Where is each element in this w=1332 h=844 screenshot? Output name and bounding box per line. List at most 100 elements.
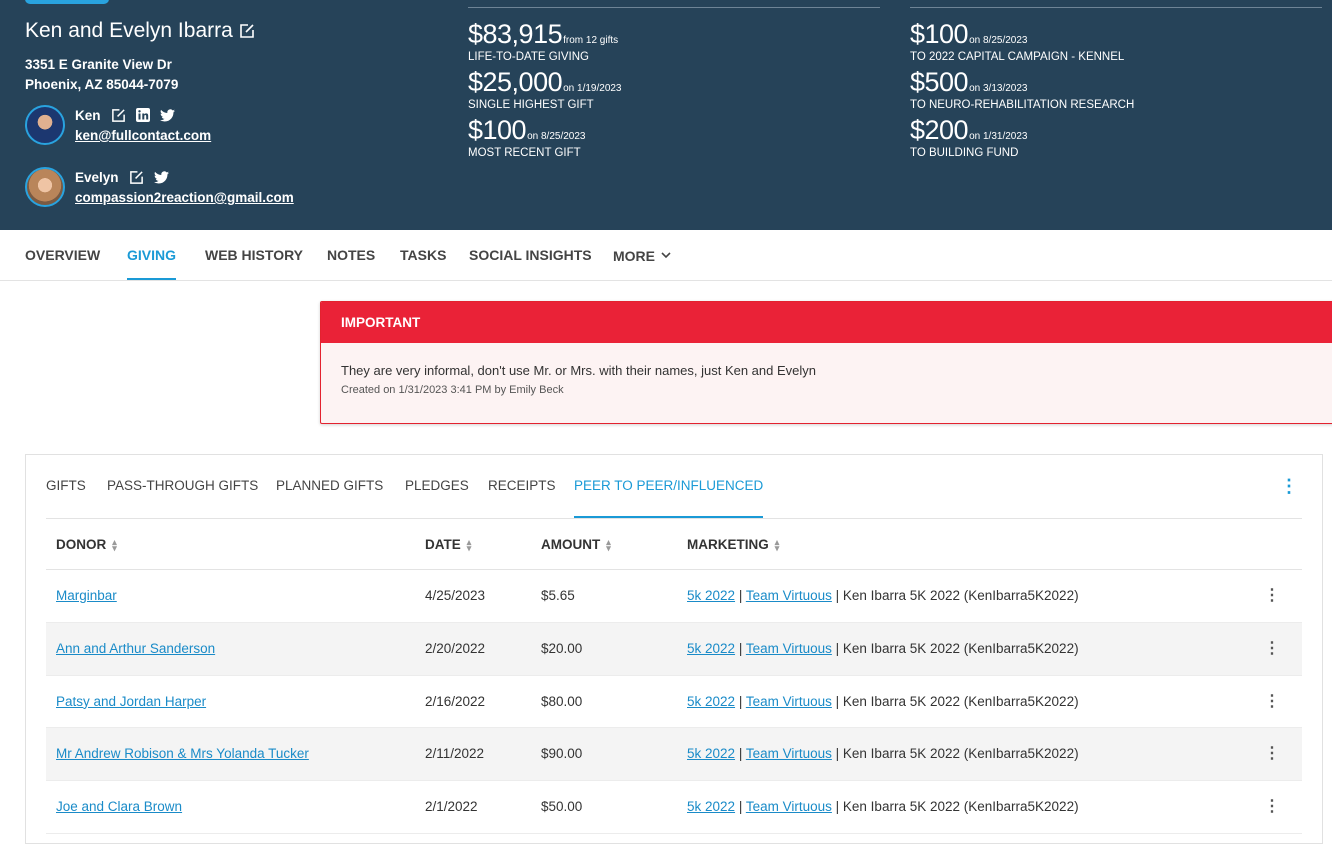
avatar	[25, 167, 65, 207]
edit-icon[interactable]	[111, 108, 126, 123]
table-row: Joe and Clara Brown 2/1/2022 $50.00 5k 2…	[46, 781, 1302, 834]
recent-gifts: $100 on 8/25/2023 TO 2022 CAPITAL CAMPAIG…	[910, 0, 1322, 163]
stat-amount: $200	[910, 115, 969, 145]
column-header-donor[interactable]: DONOR ▴ ▾	[56, 519, 117, 570]
stat-amount: $100	[468, 115, 527, 145]
row-menu-icon[interactable]: ⋮	[1264, 728, 1280, 780]
active-tab-indicator	[574, 516, 764, 518]
person-email-link[interactable]: ken@fullcontact.com	[75, 128, 211, 143]
subtab-pledges[interactable]: PLEDGES	[405, 455, 469, 518]
appeal-text: | Ken Ibarra 5K 2022 (KenIbarra5K2022)	[835, 746, 1079, 762]
stat-lifetime: $83,915 from 12 gifts LIFE-TO-DATE GIVING	[468, 19, 880, 67]
twitter-icon[interactable]	[153, 170, 169, 184]
column-header-marketing[interactable]: MARKETING ▴ ▾	[687, 519, 779, 570]
alert-text: They are very informal, don't use Mr. or…	[341, 363, 817, 378]
donor-name: Ken and Evelyn Ibarra	[25, 19, 255, 43]
sort-icon: ▴ ▾	[606, 536, 611, 553]
gift-date: 2/20/2022	[425, 640, 486, 656]
team-link[interactable]: Team Virtuous	[746, 746, 832, 761]
gift-amount: $20.00	[541, 640, 583, 656]
gift-amount: $80.00	[541, 693, 583, 709]
subtab-peer-to-peer[interactable]: PEER TO PEER/INFLUENCED	[574, 455, 764, 518]
donor-link[interactable]: Joe and Clara Brown	[56, 799, 182, 814]
recent-gift: $500 on 3/13/2023 TO NEURO-REHABILITATION…	[910, 67, 1322, 115]
appeal-text: | Ken Ibarra 5K 2022 (KenIbarra5K2022)	[835, 799, 1079, 815]
subtab-pass-through-gifts[interactable]: PASS-THROUGH GIFTS	[107, 455, 258, 518]
stat-recent: $100 on 8/25/2023 MOST RECENT GIFT	[468, 115, 880, 163]
twitter-icon[interactable]	[159, 108, 175, 122]
edit-icon[interactable]	[129, 170, 144, 185]
column-header-amount[interactable]: AMOUNT ▴ ▾	[541, 519, 611, 570]
divider	[910, 7, 1322, 8]
stat-label: SINGLE HIGHEST GIFT	[468, 99, 594, 111]
team-link[interactable]: Team Virtuous	[746, 641, 832, 656]
stat-note: on 1/31/2023	[969, 131, 1028, 142]
gifts-table: DONOR ▴ ▾ DATE ▴ ▾ AMOUNT ▴ ▾ MARKETING ▴ ▾ …	[46, 519, 1302, 834]
subtab-receipts[interactable]: RECEIPTS	[488, 455, 556, 518]
donor-link[interactable]: Mr Andrew Robison & Mrs Yolanda Tucker	[56, 746, 309, 761]
team-link[interactable]: Team Virtuous	[746, 694, 832, 709]
row-menu-icon[interactable]: ⋮	[1264, 781, 1280, 833]
campaign-link[interactable]: 5k 2022	[687, 588, 735, 603]
important-note: IMPORTANT They are very informal, don't …	[320, 301, 1332, 424]
subtab-planned-gifts[interactable]: PLANNED GIFTS	[276, 455, 383, 518]
stat-note: on 8/25/2023	[969, 35, 1028, 46]
recent-gift: $200 on 1/31/2023 TO BUILDING FUND	[910, 115, 1322, 163]
person-email-link[interactable]: compassion2reaction@gmail.com	[75, 190, 294, 205]
gift-date: 2/11/2022	[425, 746, 485, 762]
address-line1: 3351 E Granite View Dr	[25, 57, 172, 72]
sort-icon: ▴ ▾	[112, 536, 117, 553]
more-options-icon[interactable]: ⋮	[1280, 477, 1298, 495]
team-link[interactable]: Team Virtuous	[746, 588, 832, 603]
marketing-cell: 5k 2022 | Team Virtuous | Ken Ibarra 5K …	[687, 570, 1079, 622]
table-row: Marginbar 4/25/2023 $5.65 5k 2022 | Team…	[46, 570, 1302, 623]
table-row: Ann and Arthur Sanderson 2/20/2022 $20.0…	[46, 622, 1302, 676]
team-link[interactable]: Team Virtuous	[746, 799, 832, 814]
column-header-date[interactable]: DATE ▴ ▾	[425, 519, 471, 570]
linkedin-icon[interactable]	[135, 108, 150, 122]
gift-amount: $50.00	[541, 799, 583, 815]
sort-icon: ▴ ▾	[466, 536, 472, 553]
tab-label: MORE	[613, 247, 655, 264]
person-evelyn: Evelyn compassion2reaction@gmail.com	[25, 167, 294, 207]
status-badge[interactable]	[25, 0, 109, 4]
section-title	[910, 0, 1322, 6]
donor-link[interactable]: Ann and Arthur Sanderson	[56, 641, 215, 656]
tab-tasks[interactable]: TASKS	[400, 230, 446, 281]
person-name: Evelyn	[75, 169, 119, 185]
gifts-card: GIFTS PASS-THROUGH GIFTS PLANNED GIFTS P…	[25, 454, 1323, 844]
person-ken: Ken ken@fullcontact.com	[25, 105, 211, 145]
tab-more[interactable]: MORE	[613, 230, 671, 281]
separator: |	[738, 640, 743, 656]
column-label: AMOUNT	[541, 536, 601, 552]
tab-social-insights[interactable]: SOCIAL INSIGHTS	[469, 230, 592, 281]
tab-overview[interactable]: OVERVIEW	[25, 230, 100, 281]
stat-label: TO 2022 CAPITAL CAMPAIGN - KENNEL	[910, 51, 1125, 63]
marketing-cell: 5k 2022 | Team Virtuous | Ken Ibarra 5K …	[687, 676, 1079, 728]
donor-link[interactable]: Marginbar	[56, 588, 117, 603]
table-row: Mr Andrew Robison & Mrs Yolanda Tucker 2…	[46, 728, 1302, 782]
alert-meta: Created on 1/31/2023 3:41 PM by Emily Be…	[341, 384, 564, 396]
campaign-link[interactable]: 5k 2022	[687, 641, 735, 656]
separator: |	[738, 746, 743, 762]
stat-amount: $83,915	[468, 19, 563, 49]
tab-web-history[interactable]: WEB HISTORY	[205, 230, 303, 281]
donor-link[interactable]: Patsy and Jordan Harper	[56, 694, 206, 709]
campaign-link[interactable]: 5k 2022	[687, 746, 735, 761]
campaign-link[interactable]: 5k 2022	[687, 799, 735, 814]
subtab-gifts[interactable]: GIFTS	[46, 455, 86, 518]
campaign-link[interactable]: 5k 2022	[687, 694, 735, 709]
tab-giving[interactable]: GIVING	[127, 230, 177, 281]
subtab-label: PEER TO PEER/INFLUENCED	[574, 478, 764, 493]
column-label: MARKETING	[687, 536, 769, 552]
table-row: Patsy and Jordan Harper 2/16/2022 $80.00…	[46, 676, 1302, 729]
row-menu-icon[interactable]: ⋮	[1264, 676, 1280, 728]
stat-label: TO BUILDING FUND	[910, 147, 1019, 159]
chevron-down-icon	[661, 252, 671, 259]
row-menu-icon[interactable]: ⋮	[1264, 570, 1280, 622]
tab-notes[interactable]: NOTES	[327, 230, 375, 281]
sort-icon: ▴ ▾	[774, 536, 780, 553]
row-menu-icon[interactable]: ⋮	[1264, 623, 1280, 675]
separator: |	[738, 588, 743, 603]
edit-icon[interactable]	[239, 23, 255, 39]
